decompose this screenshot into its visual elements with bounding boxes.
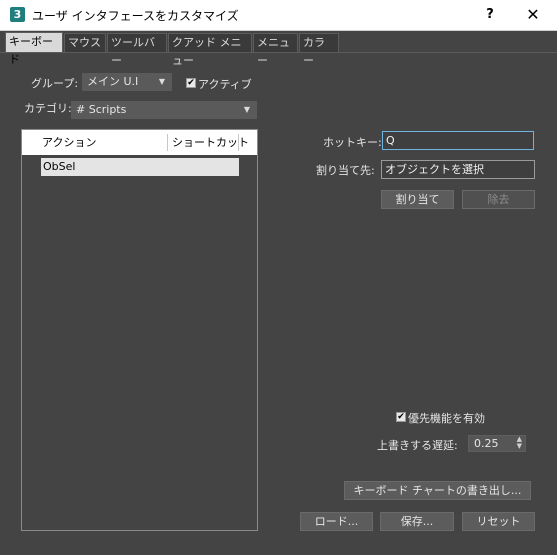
tab-divider [0, 52, 557, 53]
reset-button[interactable]: リセット [462, 512, 535, 531]
help-button[interactable]: ? [480, 5, 500, 25]
app-logo-icon: 3 [10, 7, 25, 22]
list-item[interactable]: ObSel [41, 158, 239, 176]
actions-list[interactable]: アクション ショートカット ObSel [21, 129, 258, 531]
window-title: ユーザ インタフェースをカスタマイズ [32, 9, 239, 23]
priority-checkbox[interactable]: ✔ [396, 412, 406, 422]
overwrite-delay-value: 0.25 [474, 437, 499, 450]
tab-mouse[interactable]: マウス [64, 33, 106, 52]
action-name: ObSel [43, 160, 76, 173]
chevron-down-icon: ▼ [243, 105, 250, 114]
category-value: # Scripts [76, 103, 127, 116]
load-button[interactable]: ロード... [300, 512, 373, 531]
hotkey-label: ホットキー: [323, 136, 382, 149]
save-button[interactable]: 保存... [380, 512, 454, 531]
tab-colors[interactable]: カラー [299, 33, 339, 67]
assign-button[interactable]: 割り当て [381, 190, 454, 209]
overwrite-delay-label: 上書きする遅延: [377, 439, 458, 452]
close-button[interactable]: ✕ [520, 5, 546, 25]
active-checkbox[interactable]: ✔ [186, 78, 196, 88]
hotkey-input[interactable]: Q [382, 131, 534, 150]
list-header: アクション ショートカット [22, 130, 257, 155]
active-label: アクティブ [198, 78, 252, 91]
column-header-action[interactable]: アクション [42, 130, 96, 155]
remove-button[interactable]: 除去 [462, 190, 535, 209]
tab-toolbars[interactable]: ツールバー [107, 33, 167, 67]
category-label: カテゴリ: [24, 102, 72, 115]
chevron-down-icon: ▼ [158, 77, 165, 86]
group-label: グループ: [31, 77, 79, 90]
tab-keyboard[interactable]: キーボード [5, 32, 63, 66]
category-dropdown[interactable]: # Scripts ▼ [71, 101, 257, 119]
tab-menus[interactable]: メニュー [253, 33, 298, 67]
group-dropdown[interactable]: メイン U.I ▼ [82, 73, 172, 91]
tab-quad-menus[interactable]: クアッド メニュー [168, 33, 252, 67]
assigned-to-field: オブジェクトを選択 [381, 160, 535, 179]
title-bar: 3 ユーザ インタフェースをカスタマイズ ? ✕ [0, 0, 557, 31]
priority-label: 優先機能を有効 [408, 412, 485, 425]
group-value: メイン U.I [87, 75, 139, 88]
spinner-arrows-icon[interactable]: ▲ ▼ [517, 436, 522, 450]
column-separator [167, 134, 168, 151]
export-keyboard-chart-button[interactable]: キーボード チャートの書き出し... [344, 481, 531, 500]
column-separator [238, 134, 239, 151]
overwrite-delay-spinner[interactable]: 0.25 ▲ ▼ [468, 435, 526, 452]
assigned-to-label: 割り当て先: [316, 164, 375, 177]
